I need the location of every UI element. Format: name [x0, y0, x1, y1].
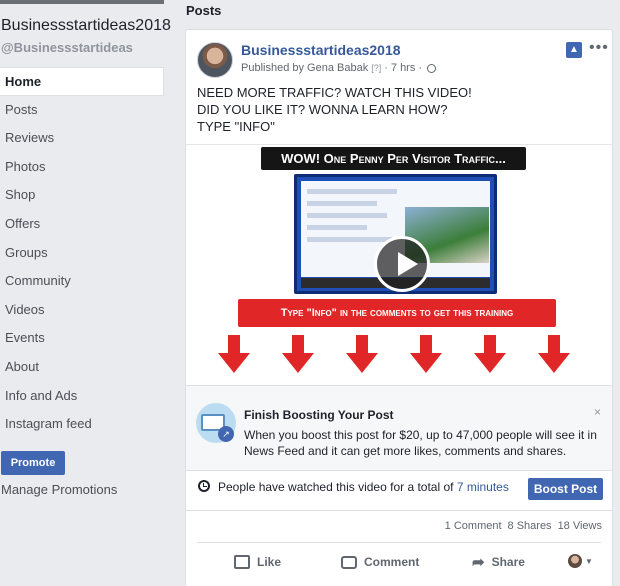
post-text-line: TYPE "INFO" [197, 119, 275, 134]
boost-illustration-icon: ↗ [196, 403, 236, 443]
like-icon [234, 555, 250, 569]
screen-row [307, 201, 377, 206]
sidebar-item-offers[interactable]: Offers [0, 210, 164, 239]
promote-button[interactable]: Promote [1, 451, 65, 475]
meta-separator: · [384, 62, 388, 74]
sidebar-item-community[interactable]: Community [0, 267, 164, 296]
video-banner-text: WOW! One Penny Per Visitor Traffic... [261, 147, 526, 170]
sidebar-item-reviews[interactable]: Reviews [0, 124, 164, 153]
boost-title: Finish Boosting Your Post [244, 408, 394, 422]
sidebar-item-shop[interactable]: Shop [0, 181, 164, 210]
post-video[interactable]: WOW! One Penny Per Visitor Traffic... Ty… [186, 144, 612, 382]
cover-photo-strip [0, 0, 164, 4]
screen-row [307, 213, 387, 218]
share-icon: ➦ [472, 554, 485, 571]
boost-arrow-icon: ↗ [218, 426, 234, 442]
post-actions: Like Comment ➦ Share ▼ [186, 545, 612, 579]
screen-row [307, 189, 397, 194]
left-sidebar: Businessstartideas2018 @Businessstartide… [0, 0, 174, 586]
sidebar-item-instagram-feed[interactable]: Instagram feed [0, 410, 164, 439]
watch-time-prefix: People have watched this video for a tot… [218, 480, 454, 494]
sidebar-nav: Home Posts Reviews Photos Shop Offers Gr… [0, 67, 164, 439]
post-text: NEED MORE TRAFFIC? WATCH THIS VIDEO! DID… [197, 84, 472, 135]
globe-icon [427, 63, 437, 73]
share-button[interactable]: ➦ Share [472, 551, 525, 573]
boost-post-button[interactable]: Boost Post [528, 478, 603, 500]
sidebar-item-info-and-ads[interactable]: Info and Ads [0, 382, 164, 411]
comment-icon [341, 555, 357, 569]
sidebar-item-home[interactable]: Home [0, 67, 164, 96]
author-avatar[interactable] [197, 42, 233, 78]
screen-row [307, 225, 367, 230]
video-cta-text: Type "Info" in the comments to get this … [238, 299, 556, 327]
manage-promotions-link[interactable]: Manage Promotions [1, 482, 117, 497]
like-button[interactable]: Like [234, 551, 281, 573]
sidebar-item-events[interactable]: Events [0, 324, 164, 353]
post-text-line: NEED MORE TRAFFIC? WATCH THIS VIDEO! [197, 85, 472, 100]
page-name[interactable]: Businessstartideas2018 [1, 17, 171, 35]
post-text-line: DID YOU LIKE IT? WONNA LEARN HOW? [197, 102, 448, 117]
more-icon[interactable]: ••• [589, 39, 609, 57]
play-icon[interactable] [374, 236, 430, 292]
comment-button[interactable]: Comment [341, 551, 419, 573]
watch-time-link[interactable]: 7 minutes [457, 480, 509, 494]
post-card: Businessstartideas2018 Published by Gena… [185, 29, 613, 586]
watch-time-text: People have watched this video for a tot… [218, 480, 509, 494]
arrow-down-icon [218, 335, 250, 375]
close-icon[interactable]: × [594, 405, 601, 419]
screen-row [307, 237, 392, 242]
pin-icon[interactable]: ▲ [566, 42, 582, 58]
video-arrows [218, 335, 578, 375]
boost-notice: ↗ Finish Boosting Your Post When you boo… [186, 385, 612, 471]
clock-icon [198, 480, 210, 492]
post-time[interactable]: 7 hrs [391, 62, 415, 74]
share-label: Share [491, 555, 525, 569]
shares-count[interactable]: 8 Shares [508, 520, 552, 532]
views-count[interactable]: 18 Views [558, 520, 602, 532]
page-handle[interactable]: @Businessstartideas [1, 40, 133, 55]
help-marker[interactable]: [?] [371, 63, 381, 73]
like-label: Like [257, 555, 282, 569]
arrow-down-icon [474, 335, 506, 375]
sidebar-item-photos[interactable]: Photos [0, 153, 164, 182]
published-by-text: Published by Gena Babak [241, 62, 369, 74]
actions-divider [197, 542, 601, 543]
comments-count[interactable]: 1 Comment [445, 520, 502, 532]
post-stats: 1 Comment 8 Shares 18 Views [445, 520, 602, 532]
posting-as-avatar [568, 554, 582, 568]
arrow-down-icon [346, 335, 378, 375]
arrow-down-icon [282, 335, 314, 375]
posts-heading: Posts [186, 3, 222, 18]
sidebar-item-videos[interactable]: Videos [0, 296, 164, 325]
arrow-down-icon [410, 335, 442, 375]
sidebar-item-about[interactable]: About [0, 353, 164, 382]
arrow-down-icon [538, 335, 570, 375]
meta-separator: · [418, 62, 423, 74]
post-meta: Published by Gena Babak [?] · 7 hrs · [241, 62, 437, 74]
post-author-link[interactable]: Businessstartideas2018 [241, 42, 401, 58]
sidebar-item-posts[interactable]: Posts [0, 96, 164, 125]
comment-label: Comment [364, 555, 420, 569]
boost-description: When you boost this post for $20, up to … [244, 428, 597, 458]
sidebar-item-groups[interactable]: Groups [0, 239, 164, 268]
watch-time-row: People have watched this video for a tot… [186, 471, 612, 511]
chevron-down-icon: ▼ [585, 556, 593, 566]
posting-as-selector[interactable]: ▼ [568, 554, 593, 568]
